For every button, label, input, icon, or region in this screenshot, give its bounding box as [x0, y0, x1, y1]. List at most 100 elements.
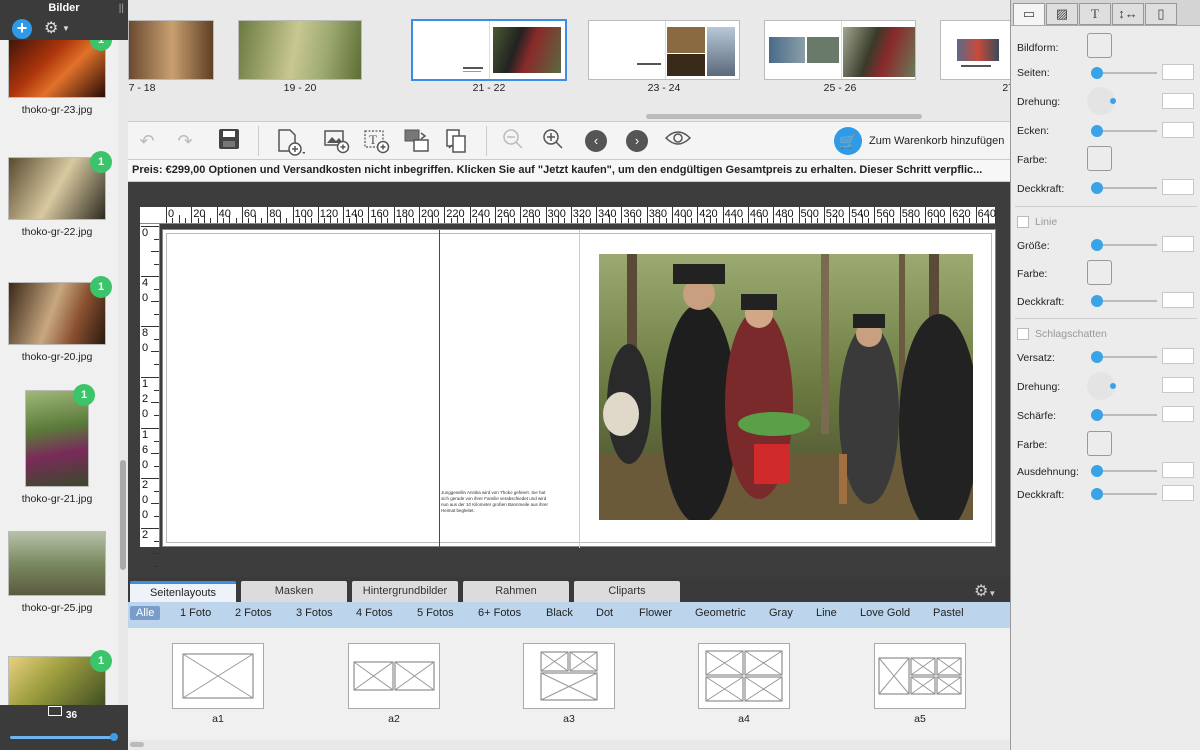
deckkraft-slider[interactable] — [1091, 182, 1157, 194]
image-thumbnail[interactable]: 1 thoko-gr-20.jpg — [8, 276, 112, 363]
slider-knob[interactable] — [1091, 351, 1103, 363]
scrollbar-thumb[interactable] — [120, 460, 126, 570]
layout-a2[interactable] — [348, 643, 440, 709]
page-thumbnail[interactable] — [128, 20, 214, 80]
guide-line[interactable] — [439, 230, 440, 548]
versatz-slider[interactable] — [1091, 351, 1157, 363]
slider-knob[interactable] — [1091, 125, 1103, 137]
page-thumbnail-selected[interactable] — [411, 19, 567, 81]
line-color-swatch[interactable] — [1087, 260, 1112, 285]
filter-2-fotos[interactable]: 2 Fotos — [235, 607, 272, 619]
groesse-slider[interactable] — [1091, 239, 1157, 251]
image-thumbnail[interactable]: 1 thoko-gr-22.jpg — [8, 151, 112, 238]
ausdehnung-input[interactable] — [1162, 462, 1194, 478]
tab-seitenlayouts[interactable]: Seitenlayouts — [130, 581, 236, 603]
filter-3-fotos[interactable]: 3 Fotos — [296, 607, 333, 619]
gear-icon[interactable]: ⚙ — [44, 18, 58, 38]
swap-images-button[interactable] — [402, 128, 432, 154]
filter-alle[interactable]: Alle — [130, 606, 161, 620]
tab-image[interactable]: ▨ — [1046, 3, 1078, 25]
layout-a5[interactable] — [874, 643, 966, 709]
slider-knob[interactable] — [1091, 409, 1103, 421]
redo-button[interactable]: ↷ — [170, 128, 200, 154]
slider-knob[interactable] — [1091, 488, 1103, 500]
ecken-slider[interactable] — [1091, 125, 1157, 137]
add-images-button[interactable]: + — [12, 19, 32, 39]
schaerfe-input[interactable] — [1162, 406, 1194, 422]
filter-6-plus-fotos[interactable]: 6+ Fotos — [478, 607, 521, 619]
slider-knob[interactable] — [1091, 67, 1103, 79]
seiten-slider[interactable] — [1091, 67, 1157, 79]
deckkraft-input[interactable] — [1162, 179, 1194, 195]
tab-size[interactable]: ↕↔ — [1112, 3, 1144, 25]
page-thumbnail[interactable] — [940, 20, 1020, 80]
add-to-cart-button[interactable]: Zum Warenkorb hinzufügen — [869, 135, 1004, 147]
filter-gray[interactable]: Gray — [769, 607, 793, 619]
image-list-scrollbar[interactable] — [118, 40, 128, 705]
linie-checkbox[interactable] — [1017, 216, 1029, 228]
undo-button[interactable]: ↶ — [132, 128, 162, 154]
shadow-color-swatch[interactable] — [1087, 431, 1112, 456]
filter-line[interactable]: Line — [816, 607, 837, 619]
tab-rahmen[interactable]: Rahmen — [463, 581, 569, 603]
filter-4-fotos[interactable]: 4 Fotos — [356, 607, 393, 619]
schatten-deckkraft-slider[interactable] — [1091, 488, 1157, 500]
shadow-rotation-dial[interactable] — [1087, 372, 1116, 400]
filter-5-fotos[interactable]: 5 Fotos — [417, 607, 454, 619]
slider-knob[interactable] — [1091, 182, 1103, 194]
image-thumbnail[interactable]: thoko-gr-25.jpg — [8, 531, 106, 614]
dial-handle[interactable] — [1110, 383, 1116, 389]
tab-cliparts[interactable]: Cliparts — [574, 581, 680, 603]
chevron-down-icon[interactable]: ▼ — [62, 24, 70, 33]
tab-masken[interactable]: Masken — [241, 581, 347, 603]
add-image-button[interactable] — [322, 128, 352, 154]
filter-dot[interactable]: Dot — [596, 607, 613, 619]
panel-grip-icon[interactable]: || — [119, 3, 124, 14]
caption-text-box[interactable]: Junggesellin Annika wird von Thoko gefei… — [441, 490, 551, 514]
zoom-out-button[interactable] — [498, 128, 528, 154]
preview-button[interactable] — [663, 128, 693, 154]
cart-icon[interactable]: 🛒 — [834, 127, 862, 155]
thumbnail-image[interactable] — [8, 531, 106, 596]
linie-deckkraft-slider[interactable] — [1091, 295, 1157, 307]
ausdehnung-slider[interactable] — [1091, 465, 1157, 477]
tab-shape[interactable]: ▭ — [1013, 3, 1045, 25]
gear-icon[interactable]: ⚙▼ — [974, 581, 996, 601]
tab-text[interactable]: T — [1079, 3, 1111, 25]
slider-knob[interactable] — [1091, 239, 1103, 251]
versatz-input[interactable] — [1162, 348, 1194, 364]
linie-deckkraft-input[interactable] — [1162, 292, 1194, 308]
layout-a1[interactable] — [172, 643, 264, 709]
next-page-button[interactable]: › — [626, 130, 648, 152]
shape-selector[interactable] — [1087, 33, 1112, 58]
save-button[interactable] — [214, 128, 244, 154]
add-page-button[interactable] — [272, 128, 308, 156]
slider-knob[interactable] — [110, 733, 118, 741]
schaerfe-slider[interactable] — [1091, 409, 1157, 421]
photo-frame[interactable] — [599, 254, 973, 520]
layout-a4[interactable] — [698, 643, 790, 709]
book-spread[interactable]: Junggesellin Annika wird von Thoko gefei… — [162, 229, 996, 548]
filter-pastel[interactable]: Pastel — [933, 607, 964, 619]
dial-handle[interactable] — [1110, 98, 1116, 104]
drehung-input[interactable] — [1162, 93, 1194, 109]
slider-knob[interactable] — [1091, 295, 1103, 307]
page-thumbnail[interactable] — [764, 20, 916, 80]
add-text-button[interactable]: T — [362, 128, 392, 154]
image-thumbnail[interactable]: 1 thoko-gr-23.jpg — [8, 40, 112, 116]
scrollbar-thumb[interactable] — [130, 742, 144, 747]
filter-flower[interactable]: Flower — [639, 607, 672, 619]
slider-knob[interactable] — [1091, 465, 1103, 477]
groesse-input[interactable] — [1162, 236, 1194, 252]
page-thumbnail[interactable] — [238, 20, 362, 80]
filter-black[interactable]: Black — [546, 607, 573, 619]
tab-page[interactable]: ▯ — [1145, 3, 1177, 25]
page-thumbnail[interactable] — [588, 20, 740, 80]
layout-a3[interactable] — [523, 643, 615, 709]
image-thumbnail[interactable]: 1 thoko-gr-21.jpg — [22, 384, 95, 505]
seiten-input[interactable] — [1162, 64, 1194, 80]
zoom-in-button[interactable] — [538, 128, 568, 154]
layout-gallery-scrollbar[interactable] — [128, 740, 1010, 750]
page-strip-scrollbar[interactable] — [646, 114, 922, 119]
schatten-drehung-input[interactable] — [1162, 377, 1194, 393]
